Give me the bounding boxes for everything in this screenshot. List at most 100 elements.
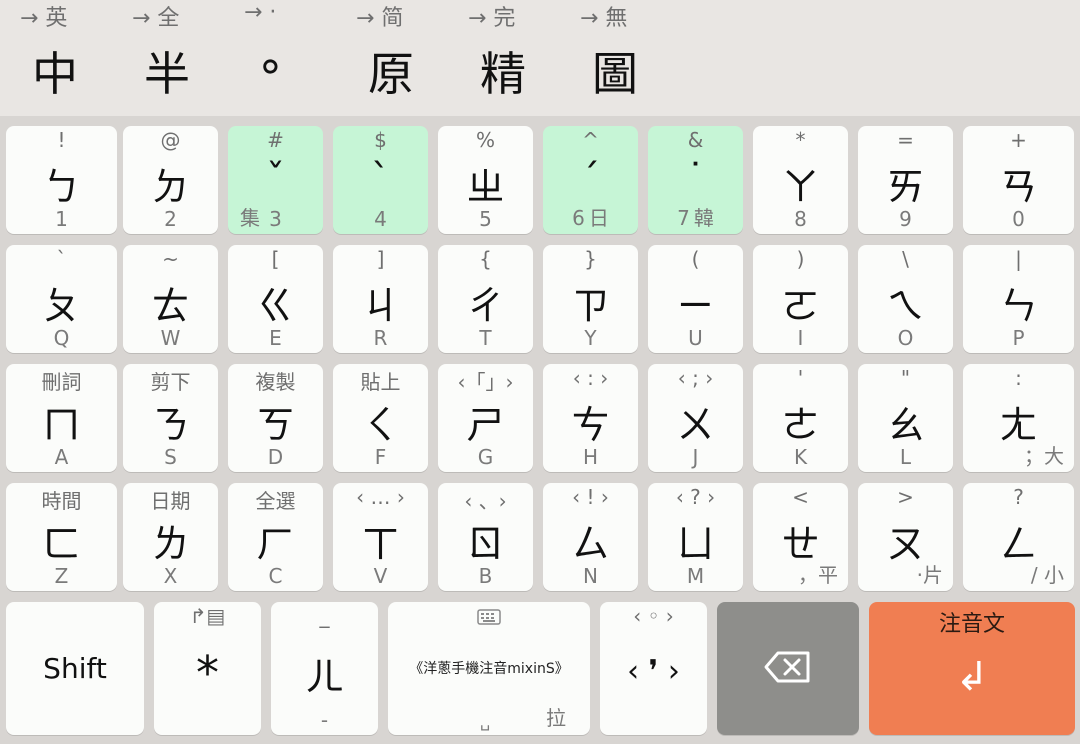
mode-image-toggle[interactable]: → 無 圖 <box>560 0 670 116</box>
backspace-icon <box>717 650 859 688</box>
key-alt-label: / 小 <box>1030 563 1064 587</box>
key-r4-c6[interactable]: ‹ ! › ㄙ N <box>543 483 638 591</box>
key-r3-c5[interactable]: ‹「」› ㄕ G <box>438 364 533 472</box>
backspace-key[interactable] <box>717 602 859 735</box>
key-r2-c9[interactable]: \ ㄟ O <box>858 245 953 353</box>
key-r4-c4[interactable]: ‹ … › ㄒ V <box>333 483 428 591</box>
key-top-label: } <box>584 247 597 271</box>
key-bottom-label: I <box>797 326 804 350</box>
key-r1-c8[interactable]: * ㄚ 8 <box>753 126 848 234</box>
space-key[interactable]: 《洋蔥手機注音mixinS》 ␣ 拉 <box>388 602 590 735</box>
key-r2-c10[interactable]: | ㄣ P <box>963 245 1074 353</box>
key-r4-c2[interactable]: 日期ㄌ X <box>123 483 218 591</box>
key-top-label: 貼上 <box>360 370 401 394</box>
key-r2-c2[interactable]: ~ ㄊ W <box>123 245 218 353</box>
key-r1-c10[interactable]: + ㄢ 0 <box>963 126 1074 234</box>
key-r1-c1[interactable]: ! ㄅ 1 <box>6 126 117 234</box>
key-r2-c1[interactable]: ` ㄆ Q <box>6 245 117 353</box>
key-r2-c4[interactable]: ] ㄐ R <box>333 245 428 353</box>
key-main-label: ㄉ <box>151 165 190 209</box>
key-bottom-label: B <box>478 564 493 588</box>
key-r3-c6[interactable]: ‹ : › ㄘ H <box>543 364 638 472</box>
key-main-label: ㄦ <box>305 655 344 699</box>
key-top-label: * <box>795 128 806 152</box>
mode-punctuation-toggle[interactable]: → · ∘ <box>224 0 334 116</box>
key-r1-c9[interactable]: = ㄞ 9 <box>858 126 953 234</box>
mode-label: 半 <box>144 47 190 101</box>
key-bottom-label: W <box>160 326 181 350</box>
mode-hint: → 简 <box>356 6 404 31</box>
key-top-label: ' <box>797 366 804 390</box>
enter-top-label: 注音文 <box>938 612 1005 637</box>
mode-simplified-toggle[interactable]: → 简 原 <box>336 0 446 116</box>
punctuation-key[interactable]: ‹ ◦ › ‹ ❜ › <box>600 602 707 735</box>
key-r3-c2[interactable]: 剪下ㄋ S <box>123 364 218 472</box>
key-r3-c1[interactable]: 刪詞ㄇ A <box>6 364 117 472</box>
key-r2-c8[interactable]: ) ㄛ I <box>753 245 848 353</box>
enter-key[interactable]: 注音文 ↲ <box>869 602 1075 735</box>
mode-halfwidth-toggle[interactable]: → 全 半 <box>112 0 222 116</box>
key-r2-c7[interactable]: (ㄧ U <box>648 245 743 353</box>
key-bottom-label: H <box>582 445 599 469</box>
key-bottom-label: V <box>373 564 388 588</box>
key-main-label: ㄚ <box>781 165 820 209</box>
key-main-label: ㄣ <box>999 284 1038 328</box>
space-key-label: 《洋蔥手機注音mixinS》 <box>409 661 569 677</box>
mode-chinese-toggle[interactable]: → 英 中 <box>0 0 110 116</box>
symbol-key[interactable]: ↱▤ * <box>154 602 261 735</box>
key-r2-c6[interactable]: } ㄗ Y <box>543 245 638 353</box>
key-r1-c7[interactable]: & ˙ 7 韓 <box>648 126 743 234</box>
key-bottom-label: J <box>692 445 699 469</box>
key-r1-c3[interactable]: # ˇ 3 集 <box>228 126 323 234</box>
key-main-label: ㄆ <box>42 284 81 328</box>
key-r4-c3[interactable]: 全選ㄏ C <box>228 483 323 591</box>
key-r3-c10[interactable]: : ㄤ；大 <box>963 364 1074 472</box>
key-r1-c2[interactable]: @ ㄉ 2 <box>123 126 218 234</box>
key-r4-c5[interactable]: ‹ 、› ㄖ B <box>438 483 533 591</box>
key-main-label: ㄟ <box>886 284 925 328</box>
key-top-label: ↱▤ <box>189 604 226 628</box>
key-top-label: ~ <box>162 247 179 271</box>
key-bottom-label: 9 <box>899 207 912 231</box>
key-r3-c9[interactable]: " ㄠ L <box>858 364 953 472</box>
key-top-label: ! <box>57 128 66 152</box>
key-alt-label: ，平 <box>798 563 838 587</box>
mode-precise-toggle[interactable]: → 完 精 <box>448 0 558 116</box>
key-main-label: ㄊ <box>151 284 190 328</box>
key-r1-c5[interactable]: % ㄓ 5 <box>438 126 533 234</box>
key-r1-c6[interactable]: ^ ˊ 6 日 <box>543 126 638 234</box>
key-r3-c4[interactable]: 貼上ㄑ F <box>333 364 428 472</box>
key-bottom-label: R <box>373 326 388 350</box>
key-bottom-label: N <box>583 564 598 588</box>
key-r3-c3[interactable]: 複製ㄎ D <box>228 364 323 472</box>
key-main-label: ㄏ <box>256 522 295 566</box>
key-main-label: ㄜ <box>781 403 820 447</box>
key-top-label: + <box>1010 128 1027 152</box>
key-main-label: ㄎ <box>256 403 295 447</box>
mode-label: 精 <box>480 47 526 101</box>
key-r4-c9[interactable]: > ㄡ ·片 <box>858 483 953 591</box>
key-top-label: ( <box>691 247 700 271</box>
key-main-label: ˙ <box>686 156 705 200</box>
key-top-label: : <box>1015 366 1022 390</box>
mode-label: 原 <box>368 47 414 101</box>
key-r2-c5[interactable]: {ㄔ T <box>438 245 533 353</box>
key-top-label: ] <box>376 247 385 271</box>
key-main-label: ㄇ <box>42 403 81 447</box>
key-bottom-label: Y <box>584 326 597 350</box>
key-r4-c10[interactable]: ? ㄥ / 小 <box>963 483 1074 591</box>
key-main-label: ㄑ <box>361 403 400 447</box>
er-key[interactable]: _ ㄦ - <box>271 602 378 735</box>
key-main-label: ˇ <box>266 156 285 200</box>
shift-key[interactable]: Shift <box>6 602 144 735</box>
key-r4-c8[interactable]: < ㄝ，平 <box>753 483 848 591</box>
key-r3-c7[interactable]: ‹ ; › ㄨ J <box>648 364 743 472</box>
key-r1-c4[interactable]: $ ˋ 4 <box>333 126 428 234</box>
key-main-label: ㄨ <box>676 403 715 447</box>
key-main-label: ㄕ <box>466 403 505 447</box>
key-r3-c8[interactable]: ' ㄜ K <box>753 364 848 472</box>
key-r4-c7[interactable]: ‹ ? › ㄩ M <box>648 483 743 591</box>
key-r2-c3[interactable]: [ㄍ E <box>228 245 323 353</box>
key-r4-c1[interactable]: 時間ㄈ Z <box>6 483 117 591</box>
key-main-label: ㄙ <box>571 522 610 566</box>
